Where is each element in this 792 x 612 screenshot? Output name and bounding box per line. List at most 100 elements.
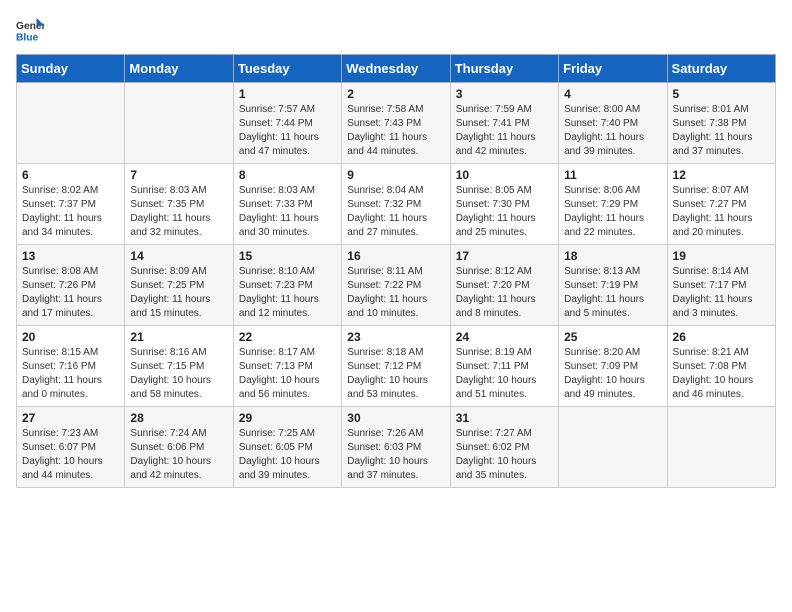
- calendar-cell: 18Sunrise: 8:13 AM Sunset: 7:19 PM Dayli…: [559, 245, 667, 326]
- cell-content: Sunrise: 8:00 AM Sunset: 7:40 PM Dayligh…: [564, 103, 661, 159]
- calendar-cell: 12Sunrise: 8:07 AM Sunset: 7:27 PM Dayli…: [667, 164, 775, 245]
- day-number: 26: [673, 330, 770, 344]
- day-number: 3: [456, 87, 553, 101]
- day-number: 19: [673, 249, 770, 263]
- cell-content: Sunrise: 8:01 AM Sunset: 7:38 PM Dayligh…: [673, 103, 770, 159]
- day-number: 11: [564, 168, 661, 182]
- cell-content: Sunrise: 8:20 AM Sunset: 7:09 PM Dayligh…: [564, 346, 661, 402]
- cell-content: Sunrise: 8:03 AM Sunset: 7:33 PM Dayligh…: [239, 184, 336, 240]
- svg-text:Blue: Blue: [16, 32, 39, 43]
- cell-content: Sunrise: 7:58 AM Sunset: 7:43 PM Dayligh…: [347, 103, 444, 159]
- calendar-cell: 14Sunrise: 8:09 AM Sunset: 7:25 PM Dayli…: [125, 245, 233, 326]
- day-number: 24: [456, 330, 553, 344]
- day-number: 16: [347, 249, 444, 263]
- cell-content: Sunrise: 7:27 AM Sunset: 6:02 PM Dayligh…: [456, 427, 553, 483]
- calendar-cell: 8 Sunrise: 8:03 AM Sunset: 7:33 PM Daylig…: [233, 164, 341, 245]
- calendar-cell: 22 Sunrise: 8:17 AM Sunset: 7:13 PM Dayli…: [233, 326, 341, 407]
- calendar-cell: [667, 407, 775, 488]
- day-number: 6: [22, 168, 119, 182]
- cell-content: Sunrise: 8:10 AM Sunset: 7:23 PM Dayligh…: [239, 265, 336, 321]
- calendar-cell: 4Sunrise: 8:00 AM Sunset: 7:40 PM Daylig…: [559, 83, 667, 164]
- cell-content: Sunrise: 8:11 AM Sunset: 7:22 PM Dayligh…: [347, 265, 444, 321]
- calendar-week-row: 6 Sunrise: 8:02 AM Sunset: 7:37 PM Daylig…: [17, 164, 776, 245]
- cell-content: Sunrise: 8:05 AM Sunset: 7:30 PM Dayligh…: [456, 184, 553, 240]
- day-number: 13: [22, 249, 119, 263]
- day-number: 30: [347, 411, 444, 425]
- calendar-cell: 29Sunrise: 7:25 AM Sunset: 6:05 PM Dayli…: [233, 407, 341, 488]
- calendar-cell: 7 Sunrise: 8:03 AM Sunset: 7:35 PM Daylig…: [125, 164, 233, 245]
- cell-content: Sunrise: 7:24 AM Sunset: 6:06 PM Dayligh…: [130, 427, 227, 483]
- weekday-row: SundayMondayTuesdayWednesdayThursdayFrid…: [17, 55, 776, 83]
- cell-content: Sunrise: 8:12 AM Sunset: 7:20 PM Dayligh…: [456, 265, 553, 321]
- header: General Blue: [16, 16, 776, 44]
- calendar-cell: 23 Sunrise: 8:18 AM Sunset: 7:12 PM Dayli…: [342, 326, 450, 407]
- cell-content: Sunrise: 8:16 AM Sunset: 7:15 PM Dayligh…: [130, 346, 227, 402]
- day-number: 28: [130, 411, 227, 425]
- cell-content: Sunrise: 8:08 AM Sunset: 7:26 PM Dayligh…: [22, 265, 119, 321]
- day-number: 8: [239, 168, 336, 182]
- weekday-header: Wednesday: [342, 55, 450, 83]
- calendar-week-row: 1 Sunrise: 7:57 AM Sunset: 7:44 PM Daylig…: [17, 83, 776, 164]
- cell-content: Sunrise: 8:15 AM Sunset: 7:16 PM Dayligh…: [22, 346, 119, 402]
- calendar-cell: 20Sunrise: 8:15 AM Sunset: 7:16 PM Dayli…: [17, 326, 125, 407]
- calendar-cell: 9 Sunrise: 8:04 AM Sunset: 7:32 PM Daylig…: [342, 164, 450, 245]
- cell-content: Sunrise: 7:23 AM Sunset: 6:07 PM Dayligh…: [22, 427, 119, 483]
- calendar-cell: 25 Sunrise: 8:20 AM Sunset: 7:09 PM Dayli…: [559, 326, 667, 407]
- day-number: 27: [22, 411, 119, 425]
- calendar-cell: 31 Sunrise: 7:27 AM Sunset: 6:02 PM Dayli…: [450, 407, 558, 488]
- calendar-header: SundayMondayTuesdayWednesdayThursdayFrid…: [17, 55, 776, 83]
- day-number: 9: [347, 168, 444, 182]
- cell-content: Sunrise: 8:14 AM Sunset: 7:17 PM Dayligh…: [673, 265, 770, 321]
- day-number: 1: [239, 87, 336, 101]
- calendar-cell: 1 Sunrise: 7:57 AM Sunset: 7:44 PM Daylig…: [233, 83, 341, 164]
- cell-content: Sunrise: 8:21 AM Sunset: 7:08 PM Dayligh…: [673, 346, 770, 402]
- weekday-header: Tuesday: [233, 55, 341, 83]
- cell-content: Sunrise: 7:25 AM Sunset: 6:05 PM Dayligh…: [239, 427, 336, 483]
- calendar-week-row: 13 Sunrise: 8:08 AM Sunset: 7:26 PM Dayli…: [17, 245, 776, 326]
- calendar-cell: 21 Sunrise: 8:16 AM Sunset: 7:15 PM Dayli…: [125, 326, 233, 407]
- day-number: 7: [130, 168, 227, 182]
- logo-icon: General Blue: [16, 16, 44, 44]
- day-number: 5: [673, 87, 770, 101]
- calendar-cell: [17, 83, 125, 164]
- cell-content: Sunrise: 8:13 AM Sunset: 7:19 PM Dayligh…: [564, 265, 661, 321]
- cell-content: Sunrise: 8:02 AM Sunset: 7:37 PM Dayligh…: [22, 184, 119, 240]
- cell-content: Sunrise: 8:06 AM Sunset: 7:29 PM Dayligh…: [564, 184, 661, 240]
- cell-content: Sunrise: 8:03 AM Sunset: 7:35 PM Dayligh…: [130, 184, 227, 240]
- day-number: 22: [239, 330, 336, 344]
- calendar-week-row: 20Sunrise: 8:15 AM Sunset: 7:16 PM Dayli…: [17, 326, 776, 407]
- day-number: 10: [456, 168, 553, 182]
- logo: General Blue: [16, 16, 44, 44]
- cell-content: Sunrise: 8:17 AM Sunset: 7:13 PM Dayligh…: [239, 346, 336, 402]
- calendar-cell: [125, 83, 233, 164]
- calendar-week-row: 27 Sunrise: 7:23 AM Sunset: 6:07 PM Dayli…: [17, 407, 776, 488]
- cell-content: Sunrise: 7:57 AM Sunset: 7:44 PM Dayligh…: [239, 103, 336, 159]
- cell-content: Sunrise: 7:59 AM Sunset: 7:41 PM Dayligh…: [456, 103, 553, 159]
- calendar-cell: 26 Sunrise: 8:21 AM Sunset: 7:08 PM Dayli…: [667, 326, 775, 407]
- day-number: 17: [456, 249, 553, 263]
- weekday-header: Saturday: [667, 55, 775, 83]
- calendar-cell: 27 Sunrise: 7:23 AM Sunset: 6:07 PM Dayli…: [17, 407, 125, 488]
- cell-content: Sunrise: 8:09 AM Sunset: 7:25 PM Dayligh…: [130, 265, 227, 321]
- day-number: 31: [456, 411, 553, 425]
- calendar-table: SundayMondayTuesdayWednesdayThursdayFrid…: [16, 54, 776, 488]
- calendar-cell: 3 Sunrise: 7:59 AM Sunset: 7:41 PM Daylig…: [450, 83, 558, 164]
- calendar-cell: 5 Sunrise: 8:01 AM Sunset: 7:38 PM Daylig…: [667, 83, 775, 164]
- calendar-cell: 13 Sunrise: 8:08 AM Sunset: 7:26 PM Dayli…: [17, 245, 125, 326]
- cell-content: Sunrise: 8:18 AM Sunset: 7:12 PM Dayligh…: [347, 346, 444, 402]
- day-number: 23: [347, 330, 444, 344]
- calendar-body: 1 Sunrise: 7:57 AM Sunset: 7:44 PM Daylig…: [17, 83, 776, 488]
- calendar-cell: 30Sunrise: 7:26 AM Sunset: 6:03 PM Dayli…: [342, 407, 450, 488]
- calendar-cell: 17 Sunrise: 8:12 AM Sunset: 7:20 PM Dayli…: [450, 245, 558, 326]
- weekday-header: Sunday: [17, 55, 125, 83]
- day-number: 21: [130, 330, 227, 344]
- day-number: 25: [564, 330, 661, 344]
- cell-content: Sunrise: 8:07 AM Sunset: 7:27 PM Dayligh…: [673, 184, 770, 240]
- cell-content: Sunrise: 8:04 AM Sunset: 7:32 PM Dayligh…: [347, 184, 444, 240]
- day-number: 2: [347, 87, 444, 101]
- calendar-cell: 11 Sunrise: 8:06 AM Sunset: 7:29 PM Dayli…: [559, 164, 667, 245]
- weekday-header: Monday: [125, 55, 233, 83]
- day-number: 15: [239, 249, 336, 263]
- weekday-header: Thursday: [450, 55, 558, 83]
- calendar-cell: 2 Sunrise: 7:58 AM Sunset: 7:43 PM Daylig…: [342, 83, 450, 164]
